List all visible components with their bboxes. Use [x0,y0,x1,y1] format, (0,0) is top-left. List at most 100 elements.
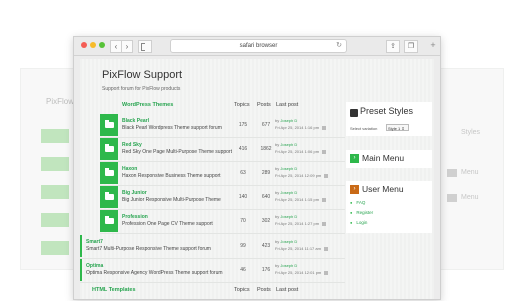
style-select[interactable]: Style 1 ⇕ [386,124,409,131]
posts-count: 176 [261,267,271,273]
topics-count: 140 [238,194,248,200]
posts-count: 289 [261,170,271,176]
last-post-author: by Joseph D [275,214,297,219]
register-link[interactable]: Register [350,210,373,215]
forum-row[interactable]: Profession Profession One Page CV Theme … [100,210,345,234]
forum-description: Red Sky One Page Multi-Purpose Theme sup… [122,149,232,155]
topics-count: 63 [240,170,246,176]
by-label: by [275,190,280,195]
folder-icon [100,114,118,136]
address-bar[interactable]: safari browser ↻ [170,39,347,53]
last-post-author: by Joseph D [275,118,297,123]
login-link[interactable]: Login [350,220,367,225]
tabs-overview-icon[interactable]: ❐ [404,40,418,53]
ghost-text: Styles [461,129,481,136]
by-label: by [275,118,280,123]
ghost-folder-icon [41,213,69,227]
ghost-folder-icon [41,129,69,143]
author-link[interactable]: Joseph D [280,239,297,244]
background-window-right: Styles Menu Menu [440,68,504,270]
main-menu-title[interactable]: Main Menu [362,153,404,163]
share-icon[interactable]: ⇪ [386,40,400,53]
author-link[interactable]: Joseph D [280,214,297,219]
last-post-author: by Joseph D [275,142,297,147]
chevron-right-icon: › [350,185,359,194]
ghost-folder-icon [41,185,69,199]
faq-link[interactable]: FAQ [350,200,365,205]
folder-icon [100,186,118,208]
author-link[interactable]: Joseph D [280,263,297,268]
last-post-author: by Joseph D [275,239,297,244]
forum-page: PixFlow Support Support forum for PixFlo… [80,59,434,299]
author-link[interactable]: Joseph D [280,142,297,147]
html-templates-section-title[interactable]: HTML Templates [92,287,136,293]
forum-row[interactable]: Red Sky Red Sky One Page Multi-Purpose T… [100,138,345,162]
forum-name[interactable]: Big Junior [122,190,147,196]
last-post-date: Fri Apr 25, 2014 12:01 pm [275,270,328,275]
forum-description: Optima Responsive Agency WordPress Theme… [86,270,223,276]
new-tab-icon[interactable]: + [428,40,438,51]
ghost-bar [447,169,457,177]
posts-column-header: Posts [257,287,271,293]
forum-name[interactable]: Red Sky [122,142,142,148]
topics-count: 99 [240,243,246,249]
folder-icon [100,162,118,184]
topics-count: 46 [240,267,246,273]
by-label: by [275,263,280,268]
chevron-right-icon: › [350,154,359,163]
ghost-folder-icon [41,241,69,255]
last-post-date: Fri Apr 25, 2014 1:27 pm [275,221,326,226]
ghost-text: Menu [461,169,479,176]
site-subtitle: Support forum for PixFlow products [102,86,181,92]
last-post-date: Fri Apr 25, 2014 1:16 pm [275,125,326,130]
posts-count: 423 [261,243,271,249]
background-window-left: PixFlow [20,68,77,270]
main-menu-widget[interactable]: › Main Menu [346,150,432,168]
forum-name[interactable]: Optima [86,263,103,269]
last-post-author: by Joseph D [275,166,297,171]
forum-description: Haxon Responsive Business Theme support [122,173,221,179]
topics-count: 416 [238,146,248,152]
posts-count: 302 [261,218,271,224]
topics-column-header: Topics [234,287,250,293]
ghost-text: Menu [461,194,479,201]
section-title[interactable]: WordPress Themes [122,102,173,108]
forum-row[interactable]: Big Junior Big Junior Responsive Multi-P… [100,186,345,210]
ghost-bar [447,194,457,202]
browser-window: ‹ › safari browser ↻ ⇪ ❐ + PixFlow Suppo… [73,36,441,300]
forum-name[interactable]: Smart7 [86,239,103,245]
by-label: by [275,239,280,244]
forum-description: Big Junior Responsive Multi-Purpose Them… [122,197,221,203]
close-window-button[interactable] [81,42,87,48]
zoom-window-button[interactable] [99,42,105,48]
site-title[interactable]: PixFlow Support [102,69,182,81]
forum-name[interactable]: Haxon [122,166,137,172]
row-accent-bar [80,259,82,281]
forum-description: Profession One Page CV Theme support [122,221,213,227]
last-post-date: Fri Apr 25, 2014 1:06 pm [275,149,326,154]
author-link[interactable]: Joseph D [280,166,297,171]
forum-row[interactable]: Black Pearl Black Pearl Wordpress Theme … [100,114,345,138]
forward-button[interactable]: › [121,40,133,53]
ghost-title: PixFlow [46,97,75,106]
user-menu-widget: › User Menu FAQ Register Login [346,181,432,233]
topics-count: 175 [238,122,248,128]
minimize-window-button[interactable] [90,42,96,48]
forum-row[interactable]: Smart7 Smart7 Multi-Purpose Responsive T… [80,235,345,259]
topics-count: 70 [240,218,246,224]
reload-icon[interactable]: ↻ [336,40,342,52]
forum-name[interactable]: Black Pearl [122,118,149,124]
forum-row[interactable]: Haxon Haxon Responsive Business Theme su… [100,162,345,186]
forum-name[interactable]: Profession [122,214,148,220]
user-menu-title[interactable]: User Menu [362,184,404,194]
last-post-column-header: Last post [276,102,299,108]
sidebar-toggle-icon[interactable] [138,40,152,53]
author-link[interactable]: Joseph D [280,190,297,195]
posts-count: 677 [261,122,271,128]
row-accent-bar [80,235,82,257]
topics-column-header: Topics [234,102,250,108]
forum-description: Smart7 Multi-Purpose Responsive Theme su… [86,246,211,252]
forum-row[interactable]: Optima Optima Responsive Agency WordPres… [80,259,345,283]
preset-styles-widget: Preset Styles Select variation Style 1 ⇕ [346,102,432,136]
author-link[interactable]: Joseph D [280,118,297,123]
